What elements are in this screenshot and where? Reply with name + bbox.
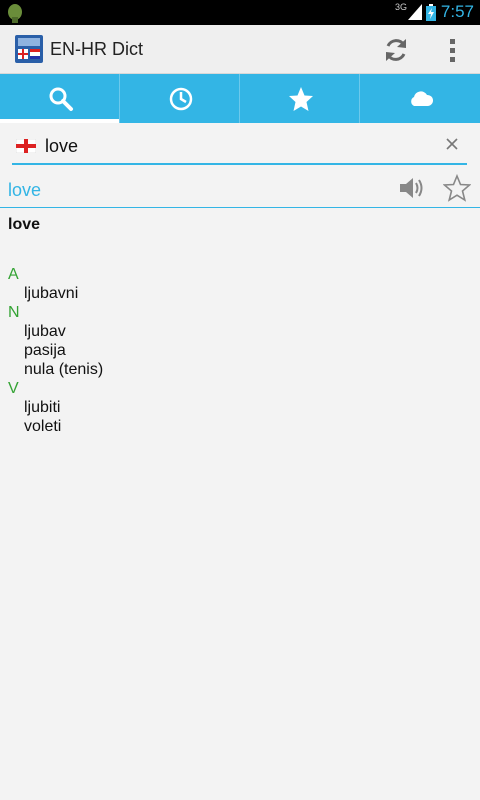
network-type: 3G	[394, 2, 407, 12]
pos-label: A	[8, 266, 19, 283]
result-headword[interactable]: love	[8, 180, 41, 201]
tab-cloud[interactable]	[360, 74, 479, 123]
tab-history[interactable]	[120, 74, 240, 123]
divider	[0, 207, 480, 208]
tab-search[interactable]	[0, 74, 120, 123]
star-icon	[289, 87, 313, 111]
cloud-icon	[411, 91, 434, 106]
definition: voleti	[24, 418, 62, 435]
clock: 7:57	[440, 2, 474, 21]
definition: ljubav	[24, 323, 66, 340]
entry-header: love	[8, 216, 40, 234]
android-notification-icon	[8, 4, 22, 23]
tab-favorites[interactable]	[240, 74, 360, 123]
signal-icon	[408, 4, 422, 20]
pos-label: N	[8, 304, 20, 321]
definition: pasija	[24, 342, 66, 359]
definition: ljubiti	[24, 399, 61, 416]
definition: ljubavni	[24, 285, 79, 302]
clear-icon[interactable]	[445, 137, 459, 151]
entry-word: love	[8, 216, 41, 233]
battery-icon	[426, 4, 436, 21]
search-input[interactable]	[45, 133, 425, 159]
overflow-menu-icon[interactable]	[440, 36, 464, 64]
action-bar: EN-HR Dict	[0, 25, 480, 74]
status-bar: 3G 7:57	[0, 0, 480, 25]
clock-icon	[169, 87, 193, 111]
speaker-icon[interactable]	[398, 174, 426, 202]
search-icon	[49, 87, 73, 111]
sync-icon[interactable]	[382, 36, 410, 64]
app-title: EN-HR Dict	[50, 39, 143, 59]
pos-label: V	[8, 380, 19, 397]
app-logo-icon	[15, 35, 43, 63]
definition: nula (tenis)	[24, 361, 104, 378]
search-bar	[12, 131, 467, 165]
tab-bar	[0, 74, 480, 123]
english-flag-icon[interactable]	[16, 139, 36, 153]
favorite-star-icon[interactable]	[443, 174, 471, 202]
